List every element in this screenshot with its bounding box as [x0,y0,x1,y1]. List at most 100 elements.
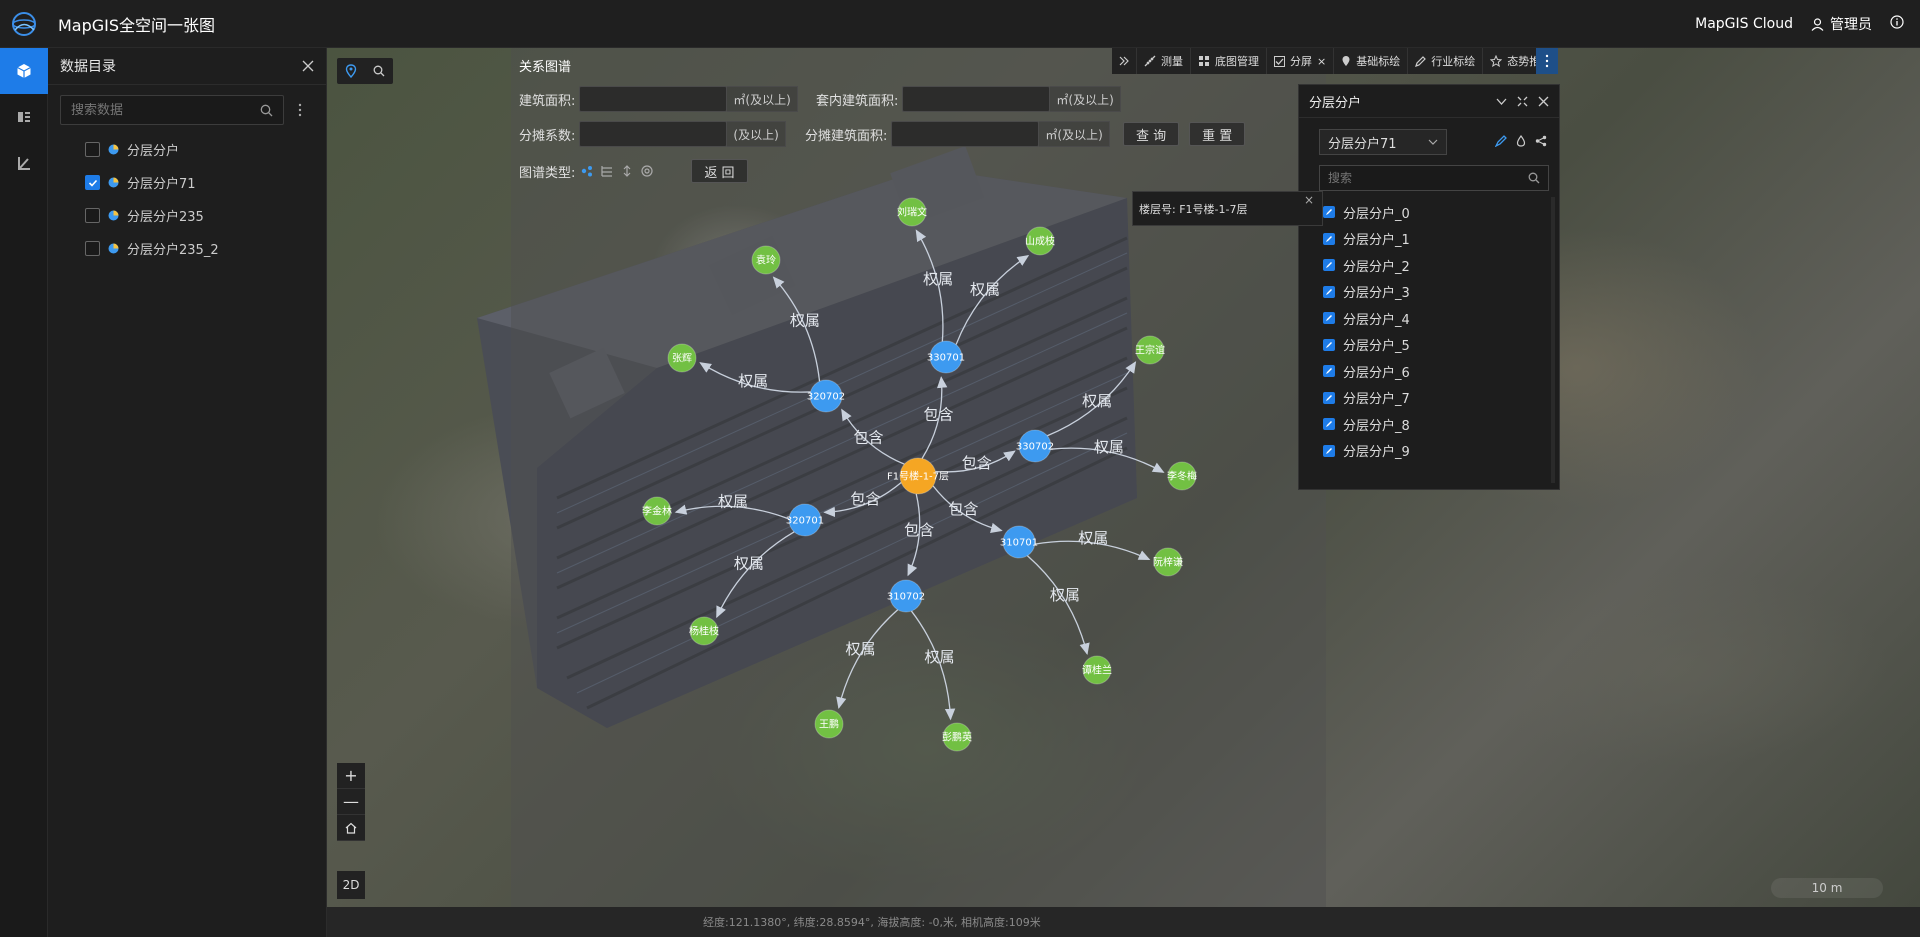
layer-list-item[interactable]: 分层分户_7 [1323,385,1410,412]
edge-label: 权属 [738,372,768,390]
layer-list-item[interactable]: 分层分户_0 [1323,199,1410,226]
owner-node-label: 张辉 [672,353,692,365]
edge-label: 权属 [734,554,764,572]
brush-icon[interactable] [1495,135,1507,147]
tool-label: 测量 [1161,55,1183,68]
layer-list-label: 分层分户_0 [1343,206,1410,222]
drop-icon[interactable] [1515,135,1527,147]
tool-basic-plot[interactable]: 基础标绘 [1334,48,1409,74]
expand-icon[interactable] [1517,96,1528,107]
owner-node-label: 王宗谊 [1135,344,1165,357]
layer-list-item[interactable]: 分层分户_5 [1323,332,1410,359]
edit-icon[interactable] [1323,365,1335,378]
layer-list-item[interactable]: 分层分户_1 [1323,226,1410,253]
edge-label: 权属 [790,312,820,330]
tool-split[interactable]: 分屏 × [1267,48,1335,74]
edit-icon[interactable] [1323,206,1335,219]
room-node-label: 320701 [786,516,824,527]
tool-label: 分屏 [1290,55,1312,68]
close-icon[interactable] [1538,96,1549,107]
owner-node-label: 谭桂兰 [1082,664,1112,677]
layer-list-item[interactable]: 分层分户_2 [1323,252,1410,279]
share-icon[interactable] [1535,135,1547,147]
top-toolbar: 测量 底图管理 分屏 × 基础标绘 行业标绘 态势推演 [1112,48,1558,74]
tool-label: 行业标绘 [1431,55,1476,68]
owner-node-label: 山成枝 [1025,235,1055,248]
layer-select[interactable]: 分层分户71 [1319,129,1447,155]
basemap-icon [1199,56,1209,66]
edge-label: 权属 [923,270,953,288]
edit-icon[interactable] [1323,418,1335,431]
edge-label: 权属 [1082,392,1112,410]
star-icon [1490,55,1503,67]
graph-edge [955,255,1030,345]
layer-list-label: 分层分户_4 [1343,312,1410,328]
toolbar-more-icon[interactable] [1536,48,1558,74]
layer-list-item[interactable]: 分层分户_4 [1323,305,1410,332]
owner-node-label: 李冬梅 [1167,470,1197,483]
edge-label: 权属 [1078,529,1108,547]
edge-label: 权属 [846,640,876,658]
search-icon[interactable] [1528,172,1540,184]
layer-search-input[interactable] [1328,171,1508,185]
close-icon[interactable]: × [1304,193,1314,207]
checkbox-icon [1274,55,1285,67]
edit-icon[interactable] [1323,259,1335,272]
chevron-down-icon[interactable] [1496,96,1507,107]
layer-list-item[interactable]: 分层分户_9 [1323,438,1410,465]
edge-label: 包含 [904,521,934,539]
room-node-label: 310701 [1000,538,1038,549]
graph-edge [1026,555,1090,656]
tool-basemap[interactable]: 底图管理 [1191,48,1267,74]
tool-label: 基础标绘 [1356,55,1401,68]
layer-panel: 分层分户 分层分户71 分层分户_0分层分户_1分层分户_2分层分户_3分层分户… [1298,84,1560,490]
layer-list-label: 分层分户_7 [1343,392,1410,408]
layer-list-item[interactable]: 分层分户_8 [1323,411,1410,438]
edge-label: 权属 [1050,586,1080,604]
center-node-label: F1号楼-1-7层 [887,470,949,483]
chevron-down-icon [1428,139,1438,145]
layer-search-box [1319,165,1549,191]
layer-list-item[interactable]: 分层分户_3 [1323,279,1410,306]
pen-icon [1415,55,1427,67]
graph-edge [836,609,899,709]
graph-edge [716,531,795,619]
edge-label: 包含 [948,500,978,518]
edge-label: 权属 [718,493,748,511]
layer-list-label: 分层分户_3 [1343,286,1410,302]
layer-list-label: 分层分户_2 [1343,259,1410,275]
edit-icon[interactable] [1323,391,1335,404]
owner-node-label: 李金林 [642,505,672,518]
layer-list-label: 分层分户_1 [1343,233,1410,249]
layer-list-label: 分层分户_6 [1343,365,1410,381]
edge-label: 权属 [924,648,954,666]
edit-icon[interactable] [1323,232,1335,245]
layer-list-item[interactable]: 分层分户_6 [1323,358,1410,385]
collapse-toolbar-icon[interactable] [1112,48,1137,74]
tool-measure[interactable]: 测量 [1137,48,1191,74]
pin-icon [1342,56,1350,66]
edit-icon[interactable] [1323,338,1335,351]
owner-node-label: 袁玲 [756,255,776,267]
edit-icon[interactable] [1323,312,1335,325]
ruler-icon [1144,55,1156,67]
floor-info-popup: 楼层号: F1号楼-1-7层 × [1132,191,1323,226]
tool-industry-plot[interactable]: 行业标绘 [1408,48,1484,74]
layer-list-label: 分层分户_9 [1343,445,1410,461]
edge-label: 权属 [970,280,1000,298]
room-node-label: 330701 [927,353,965,364]
close-icon[interactable]: × [1317,55,1326,68]
room-node-label: 310702 [887,592,925,603]
scrollbar[interactable] [1551,197,1555,483]
edit-icon[interactable] [1323,285,1335,298]
relation-graph: 包含包含包含包含包含包含权属权属权属权属权属权属权属权属权属权属权属 权属 F1号… [642,197,1197,752]
owner-node-label: 王鹏 [819,718,839,731]
layer-panel-title: 分层分户 [1309,95,1362,111]
layer-item-list: 分层分户_0 分层分户_1 分层分户_2 分层分户_3 分层分户_4 分层分户_5 分层分户… [1323,199,1410,464]
owner-node-label: 杨桂枝 [689,625,719,638]
owner-node-label: 阮梓谦 [1153,556,1183,569]
edge-label: 包含 [850,490,880,508]
tool-label: 底图管理 [1215,55,1259,68]
edit-icon[interactable] [1323,444,1335,457]
owner-node-label: 彭鹏英 [942,731,972,744]
